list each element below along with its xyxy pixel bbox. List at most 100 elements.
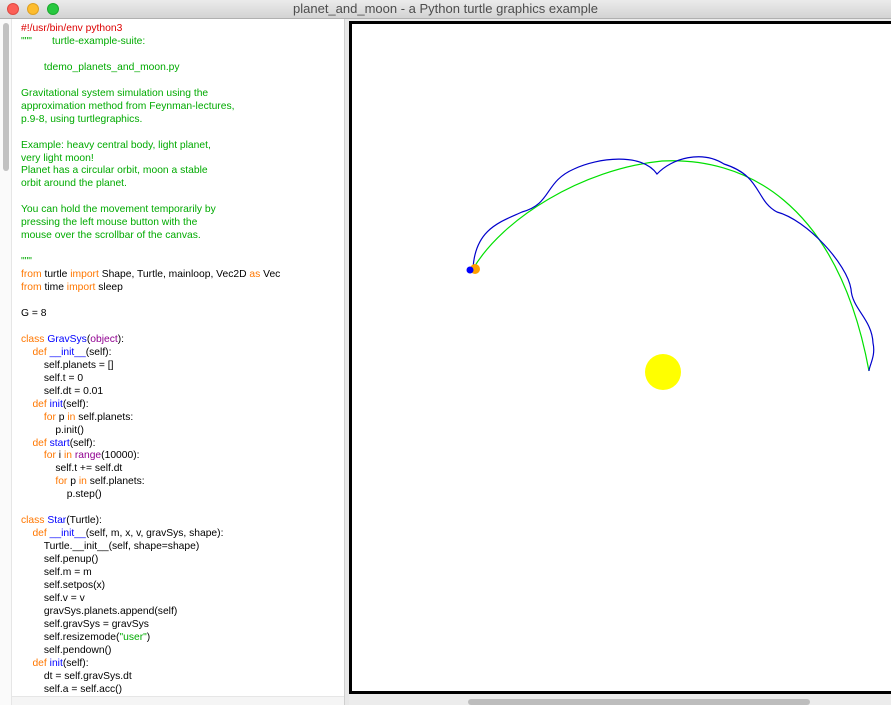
turtle-canvas[interactable] — [352, 24, 891, 691]
code-token: in — [63, 450, 72, 462]
code-token: self.gravSys = gravSys — [21, 618, 149, 630]
code-token: self.t += self.dt — [21, 463, 123, 475]
code-horizontal-scrollbar[interactable] — [12, 696, 344, 705]
code-line: self.v = v — [21, 593, 280, 606]
code-line: self.resizemode("user") — [21, 632, 280, 645]
code-line: approximation method from Feynman-lectur… — [21, 101, 280, 114]
code-line: p.9-8, using turtlegraphics. — [21, 114, 280, 127]
code-token: (self): — [62, 657, 89, 669]
planet — [466, 266, 474, 274]
code-vertical-scrollbar[interactable] — [0, 19, 12, 705]
code-line: Turtle.__init__(self, shape=shape) — [21, 541, 280, 554]
code-token: __init__ — [49, 528, 86, 540]
code-token: approximation method from Feynman-lectur… — [21, 100, 235, 112]
code-token: start — [49, 437, 70, 449]
source-code-text[interactable]: #!/usr/bin/env python3 """ turtle-example… — [21, 23, 280, 697]
code-token: object — [90, 333, 118, 345]
code-token: from — [21, 282, 42, 294]
code-token: def — [32, 528, 47, 540]
code-line: self.t = 0 — [21, 373, 280, 386]
code-token: init — [49, 398, 63, 410]
code-token: (self): — [69, 437, 96, 449]
code-token: def — [32, 346, 47, 358]
code-line: for p in self.planets: — [21, 476, 280, 489]
code-line: p.step() — [21, 489, 280, 502]
code-token: i — [55, 450, 64, 462]
code-scroll-thumb[interactable] — [3, 23, 9, 171]
code-line: You can hold the movement temporarily by — [21, 204, 280, 217]
code-token: import — [70, 269, 99, 281]
code-line: p.init() — [21, 425, 280, 438]
code-token: self.t = 0 — [21, 372, 84, 384]
code-token: in — [78, 476, 87, 488]
code-line: class Star(Turtle): — [21, 515, 280, 528]
code-token: p.step() — [21, 489, 102, 501]
code-line: """ — [21, 256, 280, 269]
code-line: gravSys.planets.append(self) — [21, 606, 280, 619]
code-line: class GravSys(object): — [21, 334, 280, 347]
code-line: """ turtle-example-suite: — [21, 36, 280, 49]
code-line: def __init__(self): — [21, 347, 280, 360]
canvas-scroll-thumb[interactable] — [468, 699, 810, 705]
code-token: self.dt = 0.01 — [21, 385, 104, 397]
code-line: self.m = m — [21, 567, 280, 580]
code-token: Planet has a circular orbit, moon a stab… — [21, 165, 208, 177]
code-line: Example: heavy central body, light plane… — [21, 140, 280, 153]
code-line: orbit around the planet. — [21, 178, 280, 191]
code-token: p.init() — [21, 424, 84, 436]
code-token: p.9-8, using turtlegraphics. — [21, 113, 143, 125]
code-token: self.penup() — [21, 554, 99, 566]
code-token: self.a = self.acc() — [21, 683, 122, 695]
code-token: self.pendown() — [21, 644, 112, 656]
code-token: turtle — [41, 269, 71, 281]
code-token: as — [249, 269, 261, 281]
code-token: (10000): — [101, 450, 140, 462]
source-code-pane[interactable]: #!/usr/bin/env python3 """ turtle-example… — [0, 19, 344, 705]
code-line: tdemo_planets_and_moon.py — [21, 62, 280, 75]
code-line: from turtle import Shape, Turtle, mainlo… — [21, 269, 280, 282]
code-token: gravSys.planets.append(self) — [21, 605, 178, 617]
code-token: p — [67, 476, 79, 488]
code-line: G = 8 — [21, 308, 280, 321]
code-token: (self, m, x, v, gravSys, shape): — [85, 528, 224, 540]
code-token: """ turtle-example-suite: — [21, 35, 146, 47]
code-token: Star — [47, 515, 67, 527]
code-token: self.v = v — [21, 592, 85, 604]
code-line: for p in self.planets: — [21, 412, 280, 425]
code-line: self.setpos(x) — [21, 580, 280, 593]
code-token: tdemo_planets_and_moon.py — [21, 61, 180, 73]
code-token: def — [32, 437, 47, 449]
code-token: class — [21, 333, 45, 345]
code-token: G = 8 — [21, 307, 47, 319]
code-token: mouse over the scrollbar of the canvas. — [21, 230, 201, 242]
code-token: Gravitational system simulation using th… — [21, 87, 209, 99]
code-token: (self): — [62, 398, 89, 410]
code-token: GravSys — [47, 333, 87, 345]
code-token: def — [32, 398, 47, 410]
code-token: pressing the left mouse button with the — [21, 217, 198, 229]
code-token: self.planets: — [75, 411, 134, 423]
sun — [645, 354, 681, 390]
code-token: for — [55, 476, 68, 488]
code-token: def — [32, 657, 47, 669]
code-line: mouse over the scrollbar of the canvas. — [21, 230, 280, 243]
code-token: self.setpos(x) — [21, 579, 106, 591]
code-line: very light moon! — [21, 153, 280, 166]
canvas-horizontal-scrollbar[interactable] — [349, 697, 891, 705]
code-line: Planet has a circular orbit, moon a stab… — [21, 165, 280, 178]
code-line: def init(self): — [21, 399, 280, 412]
code-token: for — [43, 411, 56, 423]
code-line: self.gravSys = gravSys — [21, 619, 280, 632]
code-token: init — [49, 657, 63, 669]
